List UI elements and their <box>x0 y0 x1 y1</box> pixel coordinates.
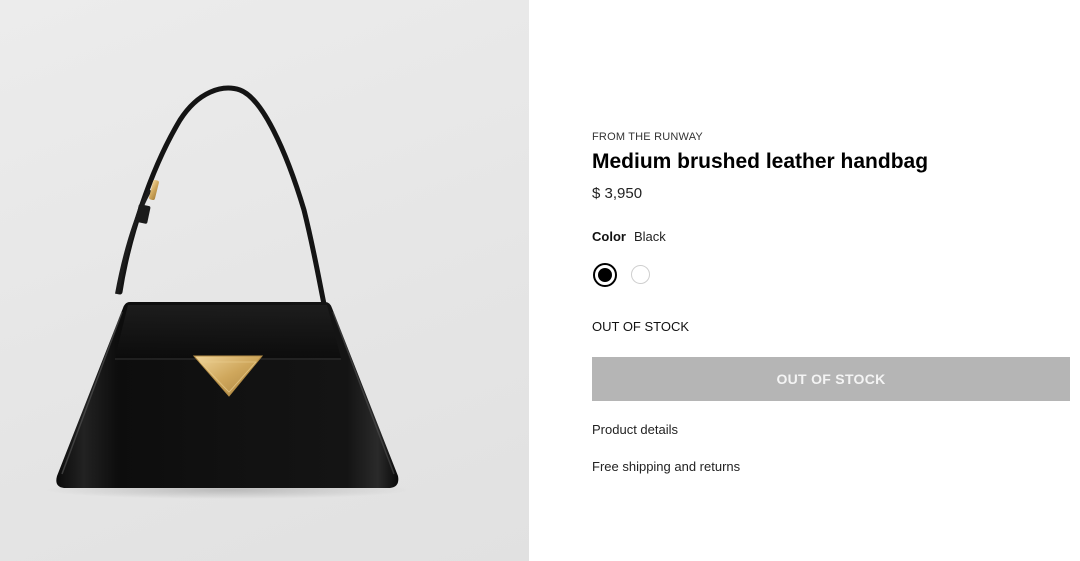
handbag-image[interactable] <box>0 0 529 561</box>
collection-eyebrow: FROM THE RUNWAY <box>592 131 703 143</box>
product-image-panel <box>0 0 529 561</box>
product-details-link[interactable]: Product details <box>592 422 678 437</box>
selected-color-name: Black <box>633 229 666 244</box>
swatch-black[interactable] <box>593 263 617 287</box>
product-title: Medium brushed leather handbag <box>592 150 929 173</box>
product-info: FROM THE RUNWAY Medium brushed leather h… <box>592 0 1070 561</box>
strap-keeper <box>135 204 151 224</box>
out-of-stock-button[interactable]: OUT OF STOCK <box>592 357 1070 401</box>
product-price: $ 3,950 <box>592 185 643 202</box>
shipping-returns-link[interactable]: Free shipping and returns <box>592 459 740 474</box>
color-selector-label: Color Black <box>592 229 666 244</box>
color-label: Color <box>592 229 626 244</box>
stock-status: OUT OF STOCK <box>592 319 690 334</box>
bag-flap <box>115 305 341 358</box>
swatch-white[interactable] <box>631 265 650 284</box>
